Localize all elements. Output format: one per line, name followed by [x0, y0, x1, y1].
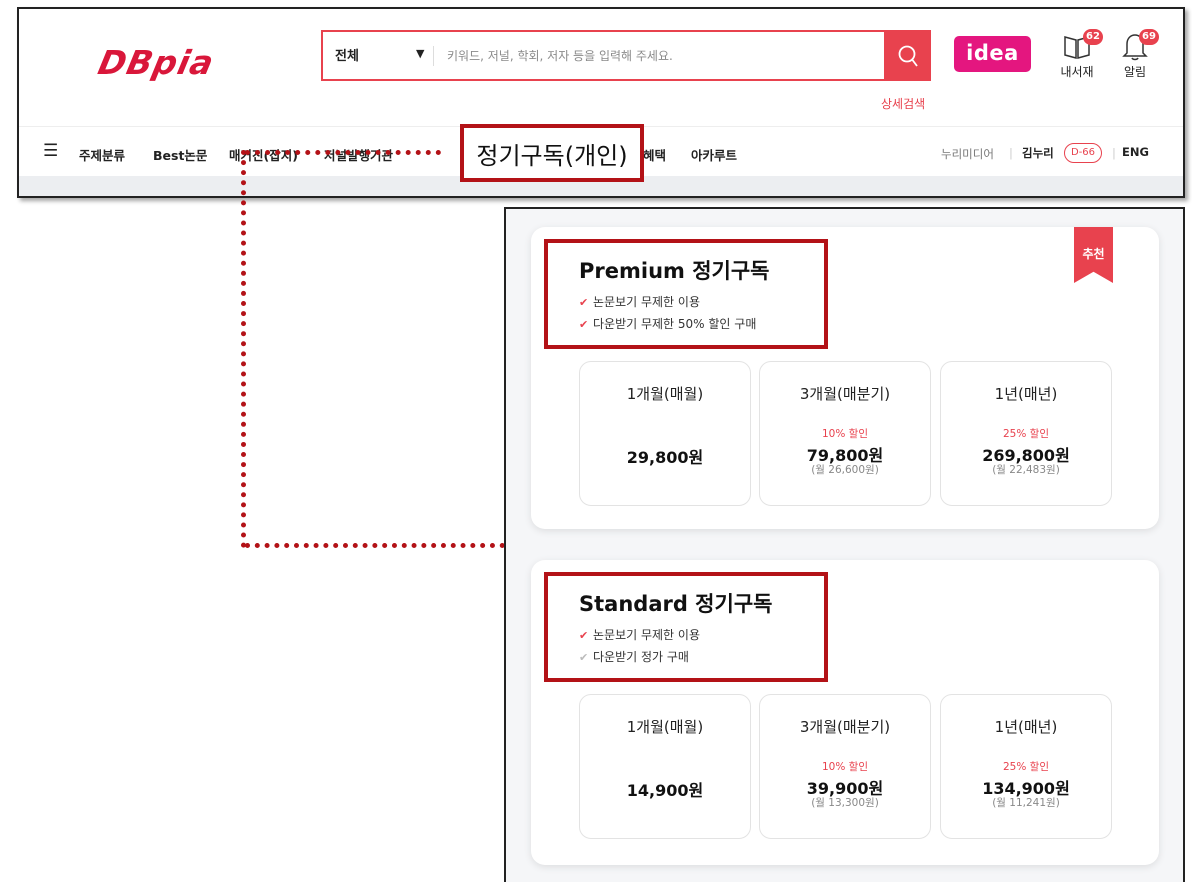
plan-title: Standard 정기구독: [579, 592, 773, 616]
connector-line: [245, 543, 505, 548]
library-badge: 62: [1083, 29, 1103, 45]
nav-item-best[interactable]: Best논문: [153, 145, 207, 164]
option-name: 3개월(매분기): [799, 385, 891, 403]
search-button[interactable]: [884, 30, 931, 81]
alerts-badge: 69: [1139, 29, 1159, 45]
standard-plan-card: Standard 정기구독 ✔ 논문보기 무제한 이용 ✔ 다운받기 정가 구매 1…: [531, 560, 1159, 865]
option-monthly-price: (월 26,600원): [811, 464, 879, 476]
nav-divider: |: [1009, 146, 1013, 160]
recommend-ribbon: 추천: [1074, 227, 1113, 283]
idea-button[interactable]: idea: [954, 36, 1031, 72]
connector-line: [241, 150, 246, 548]
user-name[interactable]: 김누리: [1022, 145, 1054, 161]
dbpia-logo[interactable]: DBpia: [95, 43, 218, 82]
check-icon: ✔: [579, 651, 589, 664]
plan-option-quarterly[interactable]: 3개월(매분기) 10% 할인 39,900원 (월 13,300원): [759, 694, 931, 839]
nav-item-acaroute[interactable]: 아카루트: [691, 145, 737, 164]
option-name: 1개월(매월): [626, 385, 704, 403]
advanced-search-link[interactable]: 상세검색: [881, 95, 925, 112]
option-discount: 10% 할인: [822, 428, 868, 440]
option-monthly-price: (월 22,483원): [992, 464, 1060, 476]
dday-badge: D-66: [1064, 143, 1103, 163]
option-name: 1년(매년): [994, 718, 1058, 736]
site-header-panel: DBpia 전체 ▼ 상세검색 idea 62 내서재 69 알림 ☰: [17, 7, 1185, 198]
check-icon: ✔: [579, 318, 589, 331]
plan-title: Premium 정기구독: [579, 259, 770, 283]
plan-option-quarterly[interactable]: 3개월(매분기) 10% 할인 79,800원 (월 26,600원): [759, 361, 931, 506]
plan-option-monthly[interactable]: 1개월(매월) 29,800원: [579, 361, 751, 506]
option-discount: 25% 할인: [1003, 428, 1049, 440]
caret-down-icon[interactable]: ▼: [416, 47, 424, 60]
option-name: 1년(매년): [994, 385, 1058, 403]
option-price: 14,900원: [626, 781, 704, 800]
option-name: 1개월(매월): [626, 718, 704, 736]
nav-item-subject[interactable]: 주제분류: [79, 145, 125, 164]
library-label: 내서재: [1060, 65, 1094, 79]
option-discount: 10% 할인: [822, 761, 868, 773]
option-price: 29,800원: [626, 448, 704, 467]
premium-plan-card: Premium 정기구독 ✔ 논문보기 무제한 이용 ✔ 다운받기 무제한 50% …: [531, 227, 1159, 529]
hamburger-menu-icon[interactable]: ☰: [43, 141, 58, 161]
check-icon: ✔: [579, 629, 589, 642]
search-icon: [898, 45, 918, 67]
option-monthly-price: (월 13,300원): [811, 797, 879, 809]
language-link[interactable]: ENG: [1122, 145, 1149, 159]
search-bar: 전체 ▼: [321, 30, 931, 81]
search-scope-select[interactable]: 전체: [335, 45, 359, 64]
plan-option-yearly[interactable]: 1년(매년) 25% 할인 269,800원 (월 22,483원): [940, 361, 1112, 506]
alerts-button[interactable]: 69 알림: [1111, 29, 1159, 80]
nav-divider: |: [1112, 146, 1116, 160]
option-monthly-price: (월 11,241원): [992, 797, 1060, 809]
plan-feature: ✔ 논문보기 무제한 이용: [579, 628, 700, 642]
pricing-panel: Premium 정기구독 ✔ 논문보기 무제한 이용 ✔ 다운받기 무제한 50% …: [504, 207, 1185, 882]
plan-option-yearly[interactable]: 1년(매년) 25% 할인 134,900원 (월 11,241원): [940, 694, 1112, 839]
connector-line: [245, 150, 441, 155]
search-input[interactable]: [445, 43, 879, 69]
subscription-callout[interactable]: 정기구독(개인): [460, 124, 644, 182]
plan-feature: ✔ 논문보기 무제한 이용: [579, 295, 700, 309]
plan-option-monthly[interactable]: 1개월(매월) 14,900원: [579, 694, 751, 839]
option-name: 3개월(매분기): [799, 718, 891, 736]
search-divider: [433, 46, 434, 66]
alerts-label: 알림: [1123, 65, 1147, 79]
plan-feature: ✔ 다운받기 정가 구매: [579, 650, 689, 664]
nav-item-benefits[interactable]: 혜택: [643, 145, 666, 164]
plan-feature: ✔ 다운받기 무제한 50% 할인 구매: [579, 317, 757, 331]
institution-link[interactable]: 누리미디어: [941, 146, 994, 162]
check-icon: ✔: [579, 296, 589, 309]
library-button[interactable]: 62 내서재: [1047, 29, 1107, 80]
option-discount: 25% 할인: [1003, 761, 1049, 773]
